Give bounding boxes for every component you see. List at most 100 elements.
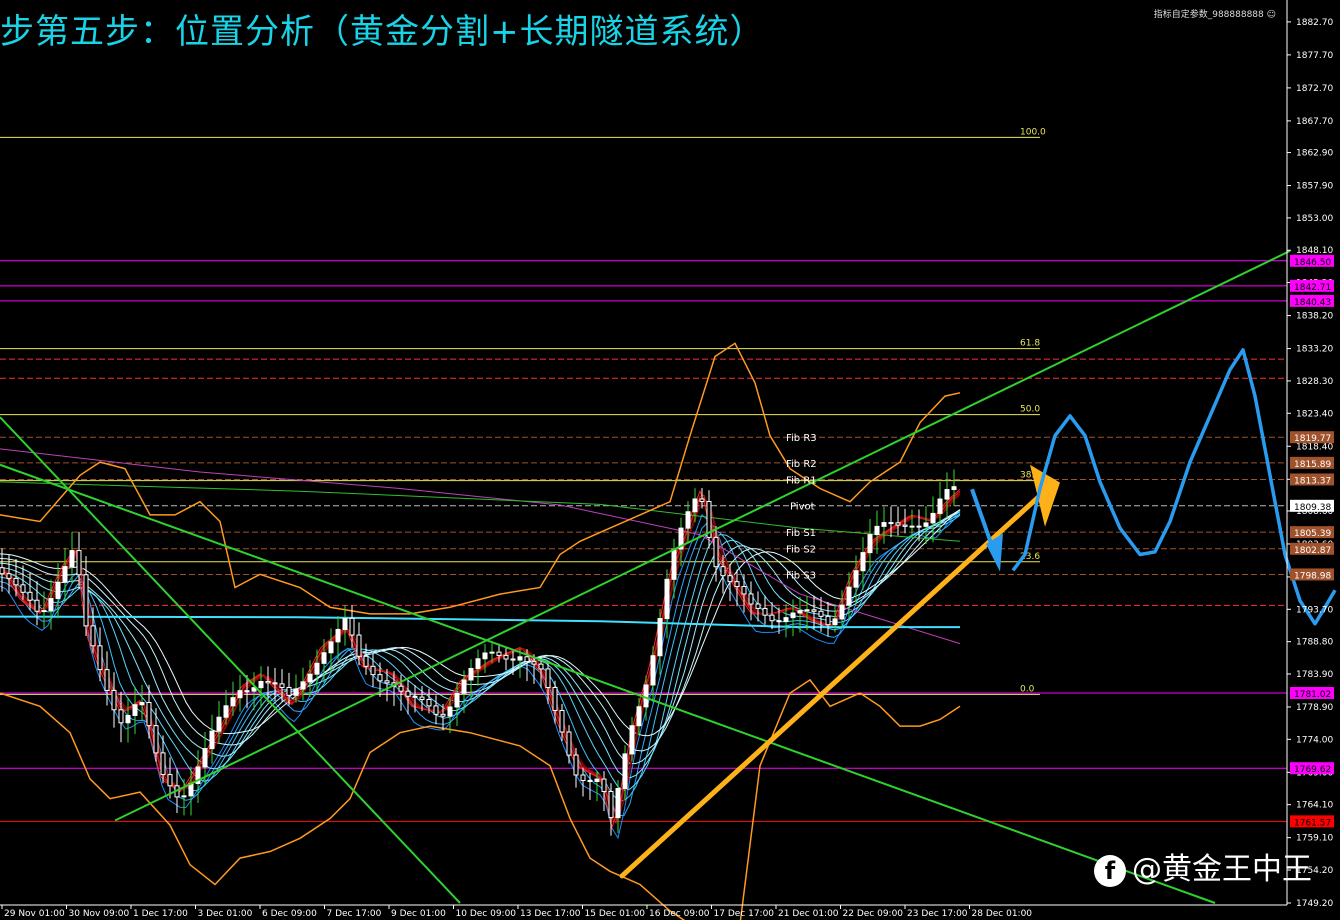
candle-body — [419, 696, 425, 700]
ema-red-line — [0, 490, 961, 824]
candle-body — [433, 705, 439, 715]
candle-body — [153, 725, 159, 754]
x-tick-label: 6 Dec 09:00 — [262, 909, 317, 919]
candle-body — [804, 609, 810, 612]
candle-body — [881, 522, 887, 527]
candle-body — [258, 680, 264, 689]
candle-body — [475, 658, 481, 669]
candle-body — [790, 612, 796, 619]
x-tick-label: 17 Dec 17:00 — [714, 909, 775, 919]
candle-body — [307, 673, 313, 683]
price-tag-label: 1809.38 — [1294, 503, 1331, 513]
y-tick-label: 1793.70 — [1296, 605, 1333, 615]
page-title: 步第五步：位置分析（黄金分割+长期隧道系统） — [0, 12, 765, 52]
candle-body — [97, 645, 103, 671]
y-tick-label: 1848.10 — [1296, 246, 1333, 256]
tunnel-ma-line — [0, 513, 961, 792]
x-tick-label: 16 Dec 09:00 — [649, 909, 710, 919]
bollinger-lower — [0, 678, 961, 920]
price-tag-label: 1842.71 — [1294, 283, 1331, 293]
candle-body — [90, 625, 96, 647]
pivot-label: Fib S3 — [786, 570, 816, 581]
chart-stage: 100.0 61.8 50.0 38.2 23.6 0.0 Fib R3 Fib R2 Fib… — [0, 0, 1340, 920]
candle-body — [13, 577, 19, 586]
price-tag-label: 1769.62 — [1294, 765, 1331, 775]
candle-body — [496, 651, 502, 656]
candle-body — [699, 498, 705, 502]
y-tick-label: 1877.70 — [1296, 51, 1333, 61]
candle-body — [720, 566, 726, 577]
x-tick-label: 23 Dec 17:00 — [907, 909, 968, 919]
candle-body — [580, 774, 586, 781]
x-tick-label: 22 Dec 09:00 — [843, 909, 904, 919]
candle-body — [300, 681, 306, 690]
price-tag-label: 1819.77 — [1294, 434, 1331, 444]
candle-body — [692, 498, 698, 513]
candle-body — [454, 692, 460, 708]
candle-body — [671, 548, 677, 580]
candle-body — [69, 550, 75, 568]
x-tick-label: 21 Dec 01:00 — [778, 909, 839, 919]
y-tick-label: 1759.10 — [1296, 834, 1333, 844]
candle-body — [286, 686, 292, 696]
candle-body — [398, 685, 404, 692]
candle-body — [587, 779, 593, 782]
x-tick-label: 28 Dec 01:00 — [972, 909, 1033, 919]
candle-body — [461, 679, 467, 694]
candle-body — [6, 573, 12, 579]
candle-body — [643, 684, 649, 708]
candle-body — [783, 617, 789, 622]
candle-body — [545, 668, 551, 688]
candle-body — [167, 774, 173, 787]
candle-body — [34, 599, 40, 612]
candle-body — [426, 698, 432, 707]
candle-body — [321, 652, 327, 664]
facebook-icon: f — [1094, 854, 1126, 887]
candle-body — [923, 522, 929, 527]
candle-body — [293, 688, 299, 696]
x-tick-label: 29 Nov 01:00 — [4, 909, 65, 919]
y-tick-label: 1882.70 — [1296, 18, 1333, 28]
pivot-label: Fib S2 — [786, 545, 816, 556]
pivot-label: Fib R2 — [786, 459, 817, 470]
candle-body — [552, 686, 558, 712]
candle-body — [41, 610, 47, 613]
candle-body — [944, 489, 950, 500]
x-tick-label: 7 Dec 17:00 — [327, 909, 382, 919]
candle-body — [335, 628, 341, 643]
candle-body — [559, 710, 565, 733]
candle-body — [230, 697, 236, 707]
candle-body — [468, 667, 474, 681]
pivot-label: Fib R1 — [786, 475, 817, 486]
candle-body — [363, 655, 369, 667]
candle-body — [412, 695, 418, 698]
candle-body — [209, 730, 215, 750]
price-tag-label: 1813.37 — [1294, 476, 1331, 486]
candle-body — [615, 788, 621, 819]
candle-body — [860, 552, 866, 572]
candle-body — [328, 641, 334, 654]
candle-body — [503, 654, 509, 660]
candle-body — [356, 634, 362, 657]
candle-body — [111, 689, 117, 711]
candle-body — [510, 658, 516, 661]
candle-body — [314, 662, 320, 675]
levels-layer: 100.061.850.038.223.60.0 — [0, 127, 1287, 822]
candle-body — [447, 706, 453, 717]
watermark-text: @黄金王中王 — [1132, 852, 1312, 887]
candle-body — [839, 604, 845, 620]
tunnel-ma-line — [0, 514, 961, 802]
pivot-label: Fib R3 — [786, 433, 817, 444]
fib-level-label: 0.0 — [1020, 684, 1035, 694]
candle-body — [370, 665, 376, 676]
watermark: f @黄金王中王 — [1094, 844, 1312, 888]
candle-body — [741, 586, 747, 595]
candle-body — [524, 656, 530, 663]
candle-body — [349, 617, 355, 636]
candle-body — [832, 618, 838, 626]
candle-body — [55, 581, 61, 600]
candle-body — [125, 714, 131, 724]
candle-body — [951, 486, 957, 491]
candle-body — [748, 593, 754, 605]
candle-body — [895, 522, 901, 526]
